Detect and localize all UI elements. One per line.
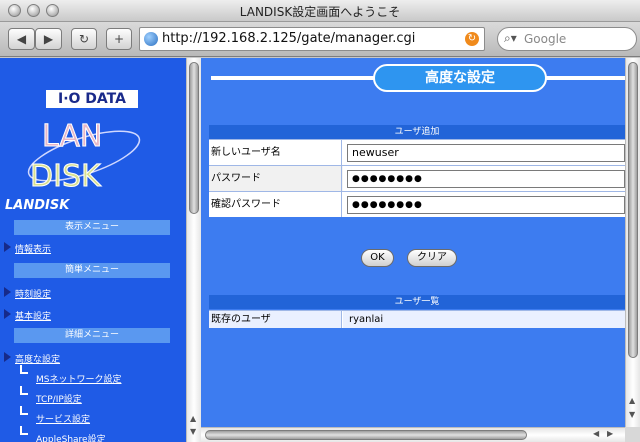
table-row: 既存のユーザ ryanlai <box>209 310 625 328</box>
add-bookmark-button[interactable]: + <box>106 28 132 50</box>
existing-user-value: ryanlai <box>343 311 625 328</box>
clear-button[interactable]: クリア <box>407 249 457 267</box>
reload-icon[interactable]: ↻ <box>465 32 479 46</box>
password-input[interactable]: ●●●●●●●● <box>347 170 625 188</box>
sidebar-item-time[interactable]: 時刻設定 <box>15 287 51 300</box>
subitem-hook-icon <box>20 406 28 415</box>
brand-label: LANDISK <box>5 198 70 213</box>
page-title: 高度な設定 <box>373 64 547 92</box>
content-hscroll-thumb[interactable] <box>205 430 527 440</box>
sidebar-subitem-ms-network[interactable]: MSネットワーク設定 <box>36 372 121 385</box>
user-list-header: ユーザ一覧 <box>209 295 625 309</box>
browser-toolbar: ◀ ▶ ↻ + http://192.168.2.125/gate/manage… <box>0 22 640 57</box>
new-username-label: 新しいユーザ名 <box>209 140 342 165</box>
add-user-header: ユーザ追加 <box>209 125 625 139</box>
search-placeholder: Google <box>524 32 567 46</box>
url-text: http://192.168.2.125/gate/manager.cgi <box>162 31 416 46</box>
content-hscrollbar[interactable]: ◀ ▶ <box>201 427 625 442</box>
confirm-password-input[interactable]: ●●●●●●●● <box>347 196 625 214</box>
field-row: 新しいユーザ名 newuser <box>209 139 625 165</box>
io-data-logo: I·O DATA <box>46 90 138 108</box>
new-username-input[interactable]: newuser <box>347 144 625 162</box>
sidebar-scrollbar[interactable]: ▲ ▼ <box>186 58 201 442</box>
sidebar-subitem-service[interactable]: サービス設定 <box>36 412 90 425</box>
scroll-up-icon[interactable]: ▲ <box>190 414 196 423</box>
back-button[interactable]: ◀ <box>8 28 35 50</box>
password-label: パスワード <box>209 166 342 191</box>
forward-button[interactable]: ▶ <box>35 28 62 50</box>
sidebar-scroll-thumb[interactable] <box>189 62 199 214</box>
window-title: LANDISK設定画面へようこそ <box>239 5 401 19</box>
existing-user-label: 既存のユーザ <box>209 311 342 328</box>
sidebar-item-advanced[interactable]: 高度な設定 <box>15 352 60 365</box>
content-frame: 高度な設定 ユーザ追加 新しいユーザ名 newuser パスワード ●●●●●●… <box>201 58 625 427</box>
section-simple-menu: 簡単メニュー <box>14 263 170 278</box>
logo-disk: DISK <box>30 159 102 194</box>
sidebar-frame: I·O DATA LAN DISK LANDISK 表示メニュー 情報表示 簡単… <box>0 58 186 442</box>
reload-button[interactable]: ↻ <box>71 28 97 50</box>
scroll-right-icon[interactable]: ▶ <box>607 429 613 438</box>
sidebar-subitem-appleshare[interactable]: AppleShare設定 <box>36 432 106 442</box>
triangle-icon <box>4 352 11 362</box>
triangle-icon <box>4 242 11 252</box>
content-scrollbar[interactable]: ▲ ▼ <box>625 58 640 427</box>
scroll-left-icon[interactable]: ◀ <box>593 429 599 438</box>
subitem-hook-icon <box>20 365 28 374</box>
sidebar-item-info[interactable]: 情報表示 <box>15 242 51 255</box>
address-bar[interactable]: http://192.168.2.125/gate/manager.cgi ↻ <box>139 27 485 51</box>
subitem-hook-icon <box>20 386 28 395</box>
field-row: パスワード ●●●●●●●● <box>209 165 625 191</box>
field-row: 確認パスワード ●●●●●●●● <box>209 191 625 217</box>
logo-lan: LAN <box>42 119 102 154</box>
ok-button[interactable]: OK <box>361 249 394 267</box>
section-advanced-menu: 詳細メニュー <box>14 328 170 343</box>
sidebar-subitem-tcpip[interactable]: TCP/IP設定 <box>36 392 82 405</box>
landisk-logo: LAN DISK <box>27 119 141 194</box>
triangle-icon <box>4 309 11 319</box>
scroll-down-icon[interactable]: ▼ <box>629 410 635 419</box>
resize-corner[interactable] <box>625 427 640 442</box>
title-bar: LANDISK設定画面へようこそ <box>0 0 640 22</box>
sidebar-item-basic[interactable]: 基本設定 <box>15 309 51 322</box>
scroll-down-icon[interactable]: ▼ <box>190 427 196 436</box>
triangle-icon <box>4 287 11 297</box>
subitem-hook-icon <box>20 426 28 435</box>
content-scroll-thumb[interactable] <box>628 62 638 358</box>
confirm-password-label: 確認パスワード <box>209 192 342 217</box>
globe-icon <box>144 32 158 46</box>
search-icon: ⌕▾ <box>504 31 517 45</box>
scroll-up-icon[interactable]: ▲ <box>629 396 635 405</box>
section-display-menu: 表示メニュー <box>14 220 170 235</box>
search-field[interactable]: ⌕▾ Google <box>497 27 637 51</box>
